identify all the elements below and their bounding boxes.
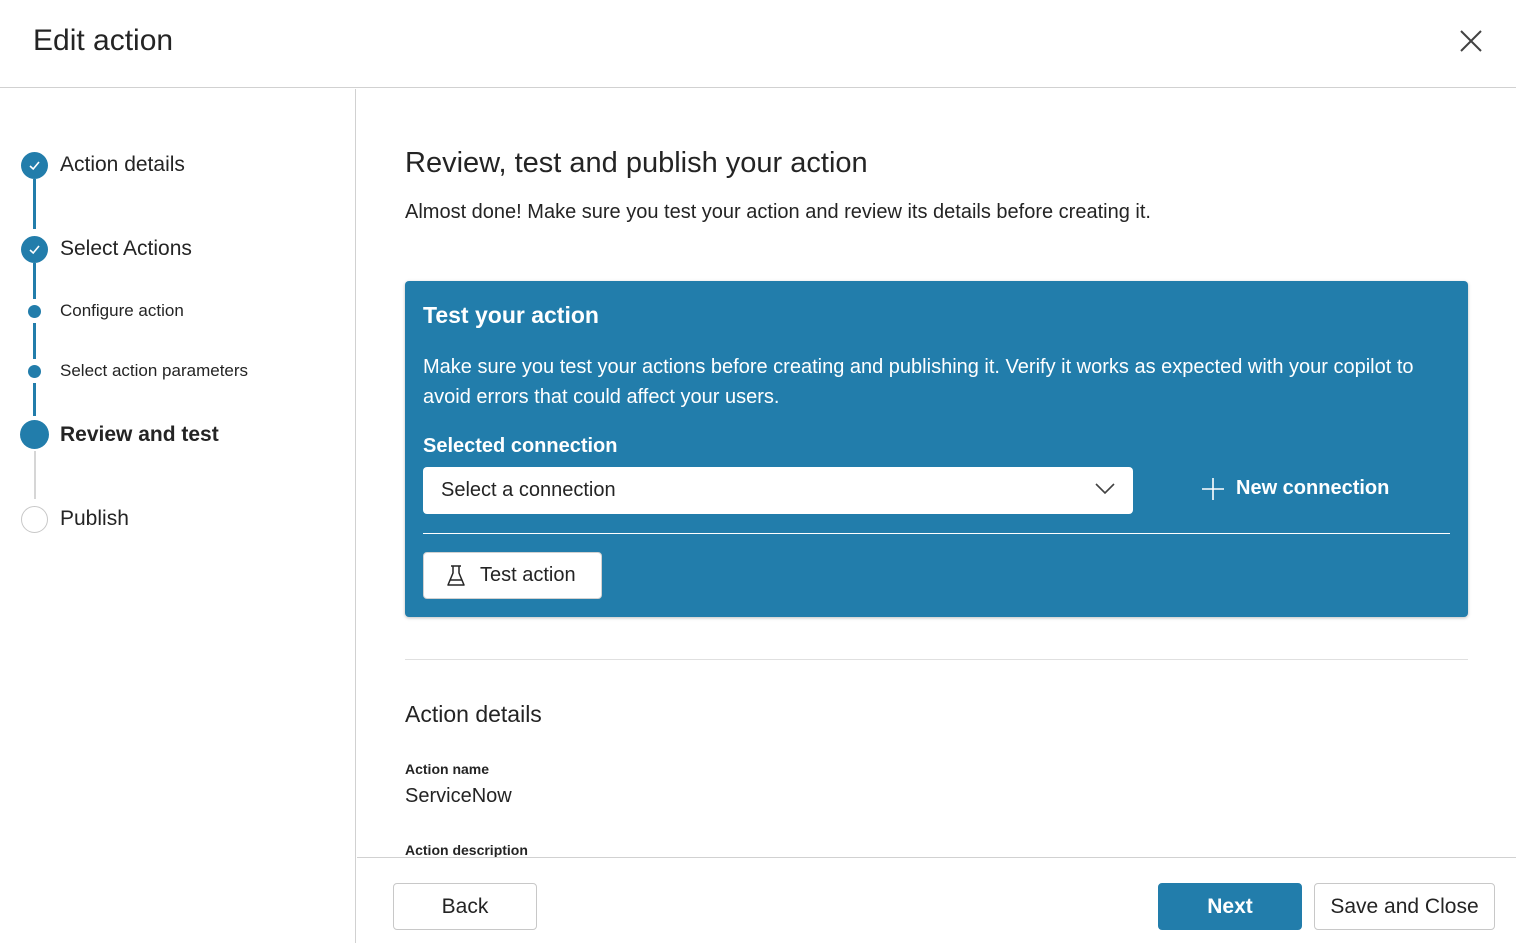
step-upcoming-indicator	[21, 506, 48, 533]
card-divider	[423, 533, 1450, 534]
next-button[interactable]: Next	[1158, 883, 1302, 930]
stepper-sidebar: Action details Select Actions Configure …	[0, 89, 356, 943]
action-details-heading: Action details	[405, 701, 542, 727]
checkmark-icon	[29, 245, 40, 255]
step-connector	[33, 263, 36, 299]
step-completed-indicator	[21, 152, 48, 179]
new-connection-label: New connection	[1236, 477, 1390, 499]
back-button[interactable]: Back	[393, 883, 537, 930]
action-name-label: Action name	[405, 761, 490, 777]
action-name-value: ServiceNow	[405, 785, 512, 807]
close-button[interactable]	[1452, 22, 1490, 60]
checkmark-icon	[29, 161, 40, 171]
main-content[interactable]: Review, test and publish your action Alm…	[357, 89, 1516, 857]
step-completed-indicator	[21, 236, 48, 263]
step-connector	[34, 451, 36, 499]
save-and-close-button[interactable]: Save and Close	[1314, 883, 1495, 930]
test-action-card: Test your action Make sure you test your…	[405, 281, 1468, 617]
connection-dropdown-value: Select a connection	[441, 479, 616, 501]
step-action-details[interactable]: Action details	[60, 153, 185, 177]
step-configure-action[interactable]: Configure action	[60, 301, 184, 321]
test-action-label: Test action	[480, 564, 576, 586]
dialog-footer: Back Next Save and Close	[357, 857, 1516, 943]
card-description: Make sure you test your actions before c…	[423, 356, 1414, 408]
chevron-down-icon	[1095, 483, 1115, 495]
step-review-and-test: Review and test	[60, 423, 219, 446]
substep-dot	[28, 305, 41, 318]
section-divider	[405, 659, 1468, 660]
step-current-indicator	[20, 420, 49, 449]
close-icon	[1460, 30, 1482, 52]
dialog-title: Edit action	[33, 24, 174, 57]
page-title: Review, test and publish your action	[405, 147, 868, 179]
connection-dropdown[interactable]: Select a connection	[423, 467, 1133, 514]
page-subtitle: Almost done! Make sure you test your act…	[405, 201, 1151, 223]
card-title: Test your action	[423, 302, 599, 328]
step-connector	[33, 179, 36, 229]
beaker-icon	[447, 564, 465, 586]
action-description-label: Action description	[405, 842, 528, 857]
step-publish: Publish	[60, 507, 129, 530]
connection-label: Selected connection	[423, 435, 618, 457]
new-connection-button[interactable]: New connection	[1202, 477, 1389, 500]
test-action-button[interactable]: Test action	[423, 552, 602, 599]
step-connector	[33, 323, 36, 359]
substep-dot	[28, 365, 41, 378]
step-select-actions[interactable]: Select Actions	[60, 237, 192, 261]
step-select-action-parameters[interactable]: Select action parameters	[60, 361, 248, 381]
dialog-header: Edit action	[0, 0, 1516, 88]
step-connector	[33, 383, 36, 416]
plus-icon	[1202, 477, 1224, 500]
